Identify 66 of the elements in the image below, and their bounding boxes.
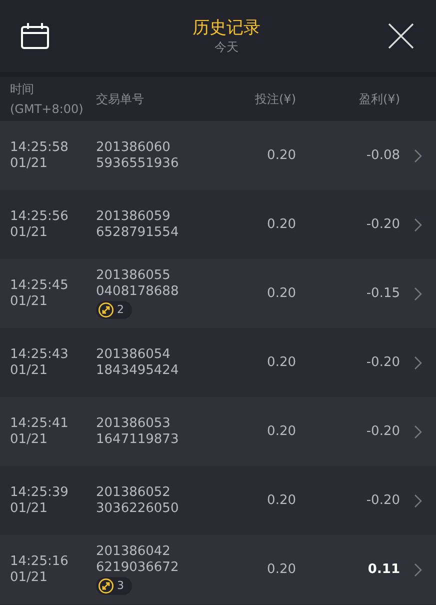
chevron-right-icon — [414, 286, 422, 300]
profit-amount: -0.15 — [366, 286, 400, 301]
order-number: 201386052 — [96, 484, 170, 500]
date-text: 01/21 — [10, 224, 48, 240]
calendar-icon[interactable] — [21, 23, 49, 49]
history-row[interactable]: 14:25:41 01/21 201386053 1647119873 0.20 -0.20 — [0, 397, 436, 466]
profit-amount: -0.20 — [366, 493, 400, 508]
profit-amount: -0.20 — [366, 424, 400, 439]
time-text: 14:25:45 — [10, 278, 70, 294]
badge-count: 2 — [117, 302, 124, 318]
time-text: 14:25:43 — [10, 346, 70, 362]
date-text: 01/21 — [10, 294, 48, 310]
order-number: 201386060 — [96, 140, 170, 156]
column-header: 交易单号 — [96, 91, 144, 107]
time-text: 14:25:58 — [10, 140, 70, 156]
chevron-right-icon — [414, 494, 422, 508]
order-number: 6219036672 — [96, 560, 179, 576]
column-header: 时间 — [10, 81, 35, 98]
time-text: 14:25:16 — [10, 554, 70, 570]
page-title: 历史记录 — [192, 17, 260, 39]
stake-amount: 0.20 — [267, 424, 296, 439]
stake-amount: 0.20 — [267, 562, 296, 577]
stake-amount: 0.20 — [267, 355, 296, 370]
column-header-note: (GMT+8:00) — [10, 101, 84, 118]
chevron-right-icon — [414, 562, 422, 576]
profit-amount: -0.20 — [366, 217, 400, 232]
time-text: 14:25:56 — [10, 208, 70, 224]
order-number: 1647119873 — [96, 432, 179, 448]
history-row[interactable]: 14:25:16 01/21 201386042 6219036672 3 0.20 0.11 — [0, 535, 436, 604]
order-number: 5936551936 — [96, 156, 179, 172]
chevron-right-icon — [414, 148, 422, 162]
date-text: 01/21 — [10, 432, 48, 448]
order-number: 3036226050 — [96, 500, 179, 516]
close-icon[interactable] — [388, 23, 414, 49]
badge-count: 3 — [117, 578, 124, 594]
arrows-icon — [98, 578, 114, 594]
column-header: 投注(¥) — [255, 92, 296, 106]
stake-amount: 0.20 — [267, 148, 296, 163]
order-number: 6528791554 — [96, 224, 179, 240]
date-text: 01/21 — [10, 362, 48, 378]
order-number: 201386042 — [96, 544, 170, 560]
date-text: 01/21 — [10, 570, 48, 586]
date-text: 01/21 — [10, 156, 48, 172]
order-number: 1843495424 — [96, 362, 179, 378]
stake-amount: 0.20 — [267, 493, 296, 508]
chevron-right-icon — [414, 424, 422, 438]
profit-amount: 0.11 — [368, 562, 400, 577]
chevron-right-icon — [414, 218, 422, 232]
time-text: 14:25:41 — [10, 416, 70, 432]
profit-amount: -0.08 — [366, 148, 400, 163]
stake-amount: 0.20 — [267, 217, 296, 232]
date-text: 01/21 — [10, 500, 48, 516]
column-header: 盈利(¥) — [359, 92, 400, 106]
order-number: 201386053 — [96, 416, 170, 432]
order-number: 201386054 — [96, 346, 170, 362]
order-number: 201386059 — [96, 208, 170, 224]
history-row[interactable]: 14:25:45 01/21 201386055 0408178688 2 0.20 -0.15 — [0, 259, 436, 328]
profit-amount: -0.20 — [366, 355, 400, 370]
stake-amount: 0.20 — [267, 286, 296, 301]
date-filter-label: 今天 — [214, 39, 238, 55]
chevron-right-icon — [414, 356, 422, 370]
arrows-icon — [98, 302, 114, 318]
order-number: 201386055 — [96, 268, 170, 284]
history-row[interactable]: 14:25:58 01/21 201386060 5936551936 0.20 -0.08 — [0, 121, 436, 190]
time-text: 14:25:39 — [10, 484, 70, 500]
order-number: 0408178688 — [96, 284, 179, 300]
